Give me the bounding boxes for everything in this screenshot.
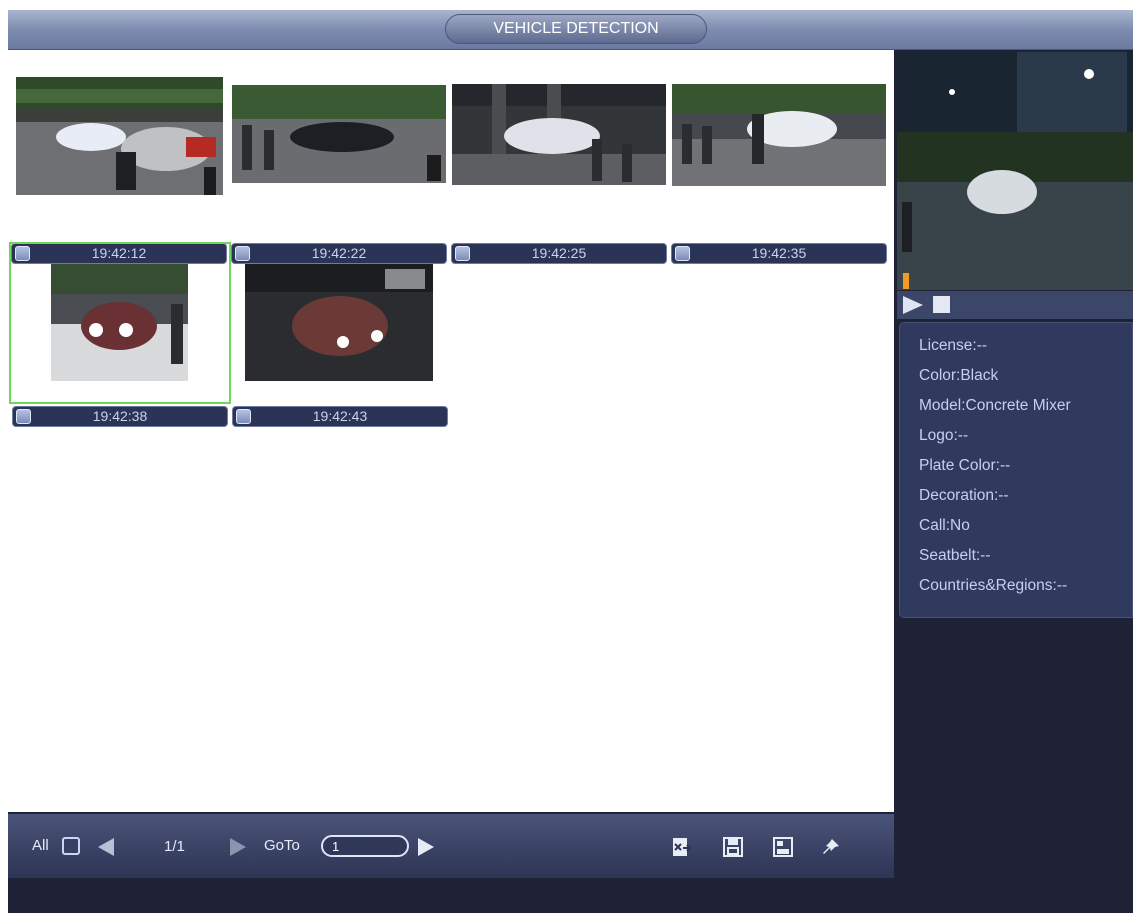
- snapshot-image[interactable]: [672, 84, 886, 186]
- call-attr: Call:No: [919, 517, 970, 534]
- snapshot-item[interactable]: 19:42:12: [11, 75, 227, 267]
- status-strip: [8, 878, 1133, 913]
- snapshot-image[interactable]: [51, 264, 188, 381]
- snapshot-time: 19:42:35: [751, 245, 807, 261]
- snapshot-image[interactable]: [16, 77, 223, 195]
- snapshot-item[interactable]: 19:42:22: [231, 75, 447, 267]
- bottom-toolbar: All 1/1 GoTo: [8, 812, 894, 878]
- snapshot-time-bar: 19:42:25: [451, 243, 667, 264]
- pin-icon[interactable]: [820, 836, 842, 858]
- snapshot-frame[interactable]: [451, 75, 667, 235]
- playback-progress-marker[interactable]: [903, 273, 909, 289]
- page-title: VEHICLE DETECTION: [445, 14, 707, 44]
- model-attr: Model:Concrete Mixer: [919, 397, 1071, 414]
- snapshot-time-bar: 19:42:43: [232, 406, 448, 427]
- select-all-label: All: [32, 837, 49, 854]
- snapshot-time: 19:42:43: [312, 408, 368, 424]
- snapshot-checkbox[interactable]: [675, 246, 690, 261]
- snapshot-frame[interactable]: [231, 242, 447, 404]
- vehicle-attributes: License:-- Color:Black Model:Concrete Mi…: [899, 322, 1133, 618]
- save-icon[interactable]: [722, 836, 744, 858]
- goto-button[interactable]: [418, 838, 434, 856]
- goto-label: GoTo: [264, 837, 300, 854]
- next-page-button[interactable]: [230, 838, 246, 856]
- snapshot-grid: 19:42:12 19:42:22 19:42:25 19:42:35 19:4…: [8, 50, 894, 812]
- snapshot-frame[interactable]: [11, 75, 227, 235]
- snapshot-image[interactable]: [245, 264, 433, 381]
- vehicle-detection-window: VEHICLE DETECTION 19:42:12 19:42:22 19:4…: [0, 0, 1133, 913]
- preview-video[interactable]: [897, 52, 1133, 290]
- title-bar: VEHICLE DETECTION: [8, 10, 1133, 50]
- backup-icon[interactable]: [772, 836, 794, 858]
- snapshot-item-selected[interactable]: 19:42:38: [9, 242, 231, 434]
- snapshot-image[interactable]: [232, 85, 446, 183]
- playback-controls: [897, 291, 1133, 319]
- play-icon[interactable]: [903, 296, 923, 314]
- logo-attr: Logo:--: [919, 427, 969, 444]
- snapshot-time: 19:42:38: [92, 408, 148, 424]
- goto-page-input[interactable]: [321, 835, 409, 857]
- stop-icon[interactable]: [933, 296, 950, 313]
- detail-panel: License:-- Color:Black Model:Concrete Mi…: [894, 50, 1133, 878]
- plate-color-attr: Plate Color:--: [919, 457, 1011, 474]
- export-icon[interactable]: [670, 836, 692, 858]
- previous-page-button[interactable]: [98, 838, 114, 856]
- snapshot-frame[interactable]: [231, 75, 447, 235]
- snapshot-frame[interactable]: [9, 242, 231, 404]
- snapshot-checkbox[interactable]: [236, 409, 251, 424]
- select-all-checkbox[interactable]: [62, 837, 80, 855]
- countries-regions-attr: Countries&Regions:--: [919, 577, 1068, 594]
- snapshot-time-bar: 19:42:35: [671, 243, 887, 264]
- snapshot-checkbox[interactable]: [455, 246, 470, 261]
- snapshot-image[interactable]: [452, 84, 666, 185]
- snapshot-item[interactable]: 19:42:25: [451, 75, 667, 267]
- license-attr: License:--: [919, 337, 988, 354]
- snapshot-frame[interactable]: [671, 75, 887, 235]
- snapshot-time-bar: 19:42:38: [12, 406, 228, 427]
- snapshot-time: 19:42:25: [531, 245, 587, 261]
- seatbelt-attr: Seatbelt:--: [919, 547, 991, 564]
- snapshot-item[interactable]: 19:42:35: [671, 75, 887, 267]
- page-indicator: 1/1: [164, 838, 185, 855]
- decoration-attr: Decoration:--: [919, 487, 1009, 504]
- color-attr: Color:Black: [919, 367, 999, 384]
- snapshot-item[interactable]: 19:42:43: [231, 242, 448, 434]
- snapshot-checkbox[interactable]: [16, 409, 31, 424]
